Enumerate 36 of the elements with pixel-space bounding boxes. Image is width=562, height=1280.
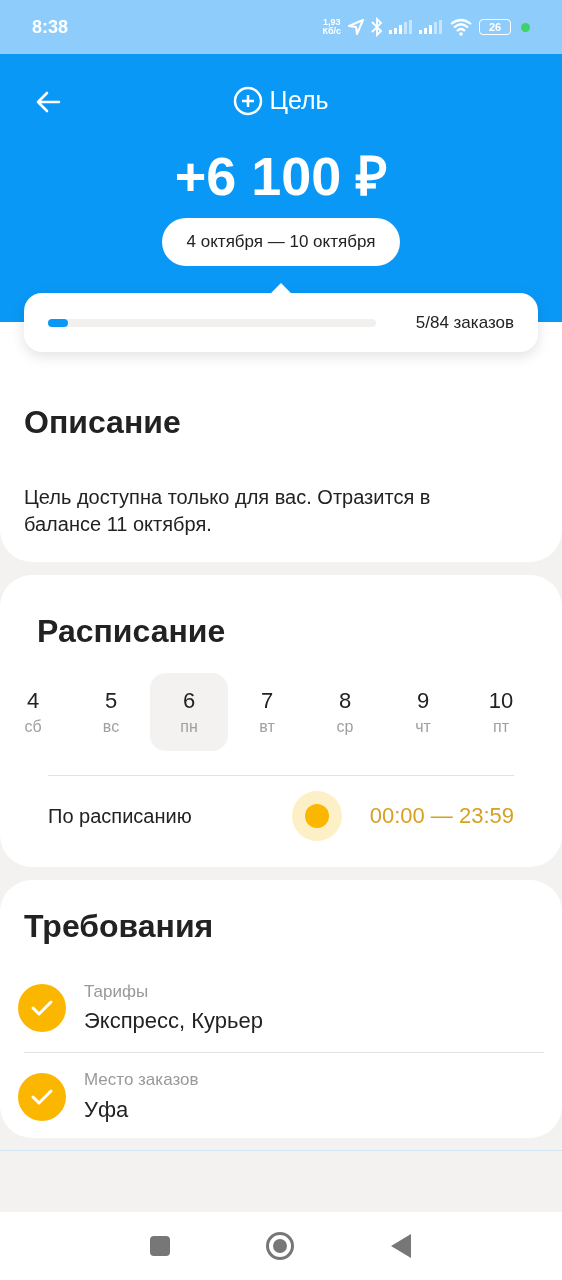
schedule-label: По расписанию [48,803,192,829]
back-nav-button[interactable] [390,1234,412,1258]
period-pill: 4 октября — 10 октября [161,218,401,266]
section-title: Описание [24,403,182,442]
day-tab[interactable]: 6 пн [150,673,228,751]
section-title: Требования [24,907,215,946]
signal-icon [389,20,413,34]
section-title: Расписание [37,612,227,651]
back-arrow-icon [35,91,61,113]
requirement-value: Уфа [84,1095,130,1124]
schedule-time: 00:00 — 23:59 [369,802,514,830]
day-tab[interactable]: 7 вт [228,673,306,751]
location-icon [347,18,365,36]
requirement-label: Тарифы [84,980,150,1003]
page-title: Цель [269,85,329,117]
description-text: Цель доступна только для вас. Отразится в балансе 11 октября. [24,485,432,537]
day-tab[interactable]: 4 сб [0,673,72,751]
day-tab[interactable]: 8 ср [306,673,384,751]
back-triangle-icon [391,1234,411,1258]
day-tab[interactable]: 10 пт [462,673,540,751]
wifi-icon [449,18,473,36]
sun-icon [291,790,342,841]
day-tab[interactable]: 5 вс [72,673,150,751]
signal-icon [419,20,443,34]
day-tab[interactable]: 9 чт [384,673,462,751]
requirement-value: Экспресс, Курьер [84,1007,264,1036]
battery-icon: 26 [479,19,511,35]
status-time: 8:38 [32,15,69,39]
reward-amount: +6 100 ₽ [174,146,388,206]
home-button[interactable] [266,1232,294,1260]
recent-apps-button[interactable] [150,1236,170,1256]
bluetooth-icon [371,17,383,37]
plus-circle-icon [233,86,264,116]
orders-count: 5/84 заказов [415,311,514,334]
network-speed: 1,93 Кб/с [322,18,341,36]
requirement-label: Место заказов [84,1069,199,1092]
